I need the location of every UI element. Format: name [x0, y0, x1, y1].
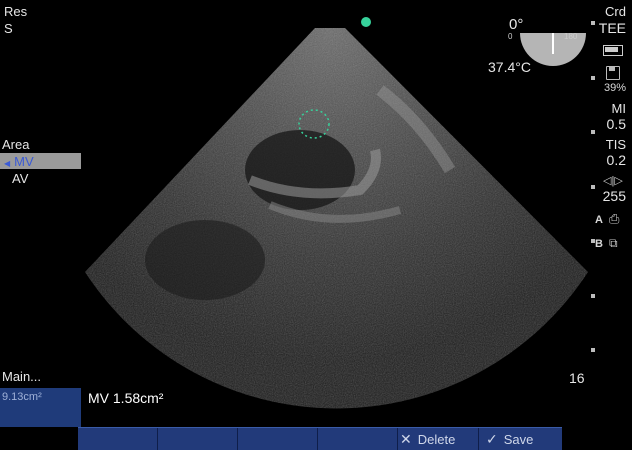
depth-tick	[591, 185, 595, 189]
delete-label: Delete	[417, 431, 456, 447]
printer-icon: ⎙	[609, 211, 620, 226]
depth-tick	[591, 130, 595, 134]
depth-tick	[591, 21, 595, 25]
menu-item-mv[interactable]: ◀ MV	[0, 153, 81, 169]
gain-value: 255	[602, 188, 626, 204]
resolution-setting: S	[4, 21, 13, 36]
depth-value: 16	[569, 370, 585, 386]
marker-a-label: A	[595, 214, 603, 226]
clipboard-icon: ⧉	[609, 236, 618, 250]
main-menu-label[interactable]: Main...	[2, 369, 41, 384]
menu-item-av[interactable]: AV	[12, 171, 28, 186]
battery-icon	[603, 45, 623, 56]
tis-value: 0.2	[606, 152, 626, 168]
power-readout: 39%	[603, 82, 626, 94]
bottom-toolbar: ✕ Delete ✓ Save	[78, 427, 562, 450]
marker-b-label: B	[595, 238, 603, 250]
softkey-4[interactable]	[318, 428, 398, 450]
angle-value: 0°	[509, 16, 524, 33]
angle-max: 180	[564, 32, 578, 41]
menu-item-mv-label: MV	[14, 154, 34, 169]
softkey-3[interactable]	[238, 428, 318, 450]
previous-measurement: 9.13cm²	[2, 391, 42, 403]
checkmark-icon: ✓	[486, 430, 498, 447]
menu-title: Area	[2, 137, 30, 152]
mode-label: Crd	[605, 4, 626, 19]
angle-min: 0	[508, 32, 513, 41]
measurement-result: MV 1.58cm²	[88, 390, 164, 406]
orientation-marker	[361, 17, 371, 27]
delete-x-icon: ✕	[400, 430, 412, 447]
menu-selector-arrow-icon: ◀	[4, 159, 11, 168]
gain-arrows-icon: ◁|▷	[603, 175, 623, 187]
tis-label: TIS	[605, 137, 626, 152]
depth-tick	[591, 76, 595, 80]
probe-label: TEE	[598, 20, 626, 36]
ultrasound-image	[85, 17, 588, 409]
previous-measurement-box: 9.13cm²	[0, 388, 81, 427]
softkey-2[interactable]	[158, 428, 238, 450]
depth-tick	[591, 294, 595, 298]
temperature-readout: 37.4°C	[488, 59, 531, 75]
save-disk-icon	[606, 66, 620, 80]
mi-label: MI	[611, 101, 626, 116]
depth-tick	[591, 348, 595, 352]
save-label: Save	[503, 431, 534, 447]
softkey-1[interactable]	[78, 428, 158, 450]
resolution-label: Res	[4, 4, 28, 19]
delete-button[interactable]: ✕ Delete	[400, 428, 479, 450]
save-button[interactable]: ✓ Save	[486, 428, 562, 450]
depth-tick	[591, 239, 595, 243]
mi-value: 0.5	[606, 116, 626, 132]
